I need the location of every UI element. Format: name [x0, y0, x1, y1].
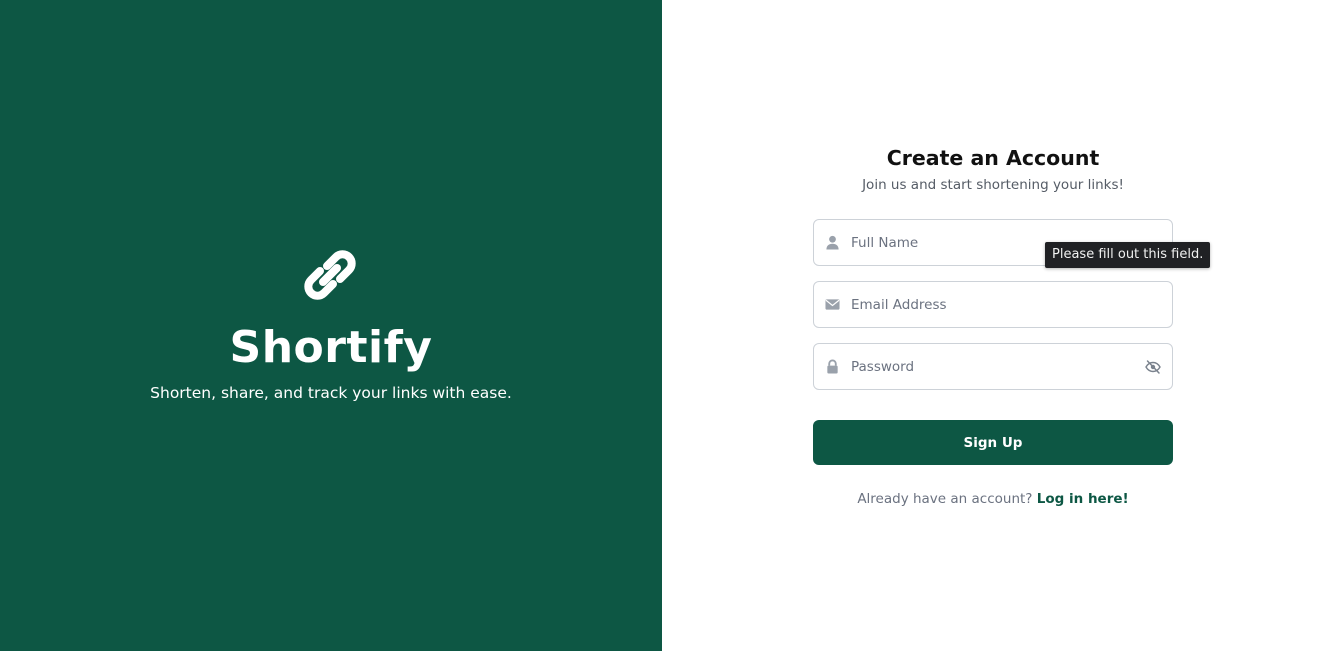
form-subtitle: Join us and start shortening your links!	[862, 177, 1124, 193]
signup-page: Shortify Shorten, share, and track your …	[0, 0, 1322, 651]
validation-tooltip: Please fill out this field.	[1045, 242, 1211, 268]
signup-form-panel: Create an Account Join us and start shor…	[662, 0, 1322, 651]
brand-panel: Shortify Shorten, share, and track your …	[0, 0, 662, 651]
link-icon	[304, 250, 356, 300]
email-field-wrapper	[813, 281, 1173, 328]
email-input[interactable]	[851, 282, 1141, 327]
password-input[interactable]	[851, 344, 1141, 389]
envelope-icon	[825, 299, 840, 310]
user-icon	[826, 235, 839, 250]
brand-tagline: Shorten, share, and track your links wit…	[150, 384, 512, 402]
sign-up-button[interactable]: Sign Up	[813, 420, 1173, 465]
eye-slash-icon[interactable]	[1145, 359, 1161, 375]
login-prompt-text: Already have an account?	[857, 491, 1033, 507]
login-prompt-row: Already have an account? Log in here!	[813, 490, 1173, 508]
password-field-wrapper	[813, 343, 1173, 390]
form-title: Create an Account	[886, 146, 1100, 170]
brand-name: Shortify	[229, 322, 433, 373]
lock-icon	[827, 359, 838, 374]
login-link[interactable]: Log in here!	[1037, 491, 1129, 507]
